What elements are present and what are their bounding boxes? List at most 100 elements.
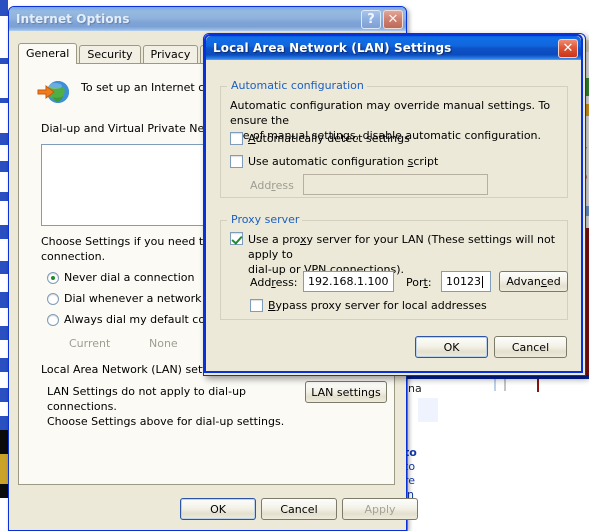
bg-left-chunk	[0, 358, 8, 372]
group-rule	[352, 86, 567, 87]
current-label: Current	[69, 337, 111, 350]
auto-config-address-label: Address	[250, 179, 294, 192]
apply-button: Apply	[342, 498, 418, 520]
bg-left-chunk	[0, 161, 8, 172]
lan-settings-titlebar[interactable]: Local Area Network (LAN) Settings ✕	[206, 36, 581, 60]
proxy-port-input[interactable]: 10123	[441, 271, 491, 292]
checkbox-label: Use automatic configuration script	[248, 155, 438, 169]
internet-globe-icon	[37, 78, 71, 108]
lan-description-line1: LAN Settings do not apply to dial-up con…	[47, 385, 247, 413]
bg-left-chunk	[0, 326, 8, 340]
label-pre: Use automatic configuration	[248, 155, 408, 168]
bg-tick	[504, 379, 506, 391]
accel-key: A	[248, 132, 256, 145]
bg-left-chunk	[0, 239, 8, 261]
label-post: ed	[546, 275, 561, 288]
bg-left-chunk	[0, 402, 8, 416]
bg-left-chunk	[0, 172, 8, 192]
label-post: ess:	[275, 276, 298, 289]
checkbox-label: Bypass proxy server for local addresses	[268, 299, 487, 313]
label-post: ypass proxy server for local addresses	[275, 299, 487, 312]
checkbox-use-auto-config-script[interactable]: Use automatic configuration script	[230, 155, 438, 169]
lan-description-line2: Choose Settings above for dial-up settin…	[47, 415, 285, 428]
bg-left-chunk	[0, 340, 8, 358]
bg-left-chunk	[0, 274, 8, 292]
tab-security[interactable]: Security	[79, 45, 141, 64]
close-icon[interactable]: ✕	[558, 38, 578, 58]
label-post: :	[427, 276, 432, 289]
bg-left-chunk	[0, 145, 8, 161]
lan-description: LAN Settings do not apply to dial-up con…	[47, 384, 297, 429]
cancel-button[interactable]: Cancel	[494, 336, 567, 358]
internet-options-footer: OK Cancel Apply	[9, 487, 418, 528]
proxy-port-value: 10123	[446, 275, 481, 288]
bg-left-chunk	[0, 484, 8, 498]
checkbox-auto-detect-settings[interactable]: Automatically detect settings	[230, 132, 410, 146]
bg-left-chunk	[0, 308, 8, 326]
label-post: ess	[275, 179, 294, 192]
lan-settings-title: Local Area Network (LAN) Settings	[213, 41, 452, 55]
lan-settings-body: Automatic configuration Automatic config…	[206, 60, 581, 371]
lan-settings-dialog[interactable]: Local Area Network (LAN) Settings ✕ Auto…	[203, 33, 586, 376]
ok-button[interactable]: OK	[415, 336, 488, 358]
group-rule	[297, 220, 567, 221]
proxy-port-label: Port:	[406, 276, 432, 289]
radio-indicator	[47, 271, 59, 284]
lan-settings-button[interactable]: LAN settings	[305, 381, 387, 403]
bg-left-chunk	[0, 416, 8, 430]
tab-general[interactable]: General	[18, 43, 78, 64]
bg-left-chunk	[0, 201, 8, 225]
bg-text-fragment: na	[408, 383, 422, 395]
proxy-address-label: Address:	[250, 276, 298, 289]
proxy-address-input[interactable]: 192.168.1.100	[303, 271, 394, 292]
bg-left-chunk	[0, 64, 8, 98]
label-line1-a: Use a pro	[248, 233, 300, 246]
auto-config-address-input	[303, 174, 488, 195]
label-rest: utomatically detect settings	[255, 132, 410, 145]
bg-left-chunk	[0, 430, 8, 454]
bg-left-chunk	[0, 388, 8, 402]
bg-left-chunk	[0, 16, 8, 58]
bg-left-chunk	[0, 225, 8, 239]
bg-left-chunk	[0, 498, 8, 531]
ok-button[interactable]: OK	[180, 498, 256, 520]
label-post: cript	[413, 155, 439, 168]
help-button[interactable]: ?	[361, 9, 381, 29]
checkbox-bypass-proxy-local[interactable]: Bypass proxy server for local addresses	[250, 299, 487, 313]
internet-options-title: Internet Options	[16, 12, 130, 26]
bg-left-chunk	[0, 103, 8, 133]
bg-left-chunk	[0, 0, 8, 16]
bg-tick	[494, 379, 496, 391]
bg-left-chunk	[0, 192, 8, 201]
cancel-button[interactable]: Cancel	[261, 498, 337, 520]
label-pre: Add	[250, 276, 272, 289]
radio-label: Never dial a connection	[64, 271, 195, 284]
bg-tick	[537, 379, 539, 392]
internet-options-titlebar[interactable]: Internet Options ? ✕	[9, 7, 406, 31]
tab-privacy[interactable]: Privacy	[142, 45, 199, 64]
radio-indicator	[47, 292, 59, 305]
text-caret	[482, 275, 483, 288]
screen: natotoreinswaDo Internet Options ? ✕ Gen…	[0, 0, 589, 531]
bg-left-chunk	[0, 454, 8, 484]
bg-small-box	[418, 398, 438, 422]
automatic-configuration-legend: Automatic configuration	[228, 79, 367, 92]
radio-never-dial[interactable]: Never dial a connection	[47, 271, 194, 284]
close-icon[interactable]: ✕	[383, 9, 403, 29]
lan-group-label: Local Area Network (LAN) settings	[41, 363, 230, 376]
checkbox-indicator	[230, 132, 243, 145]
label-pre: Add	[250, 179, 272, 192]
current-value: None	[149, 337, 178, 350]
checkbox-label: Automatically detect settings	[248, 132, 410, 146]
label-pre: Por	[406, 276, 424, 289]
radio-indicator	[47, 313, 59, 326]
auto-config-desc-line1: Automatic configuration may override man…	[230, 99, 551, 127]
checkbox-indicator	[250, 299, 263, 312]
proxy-server-legend: Proxy server	[228, 213, 303, 226]
bg-left-chunk	[0, 133, 8, 145]
label-pre: Advan	[506, 275, 541, 288]
accel-key: B	[268, 299, 276, 312]
advanced-button[interactable]: Advan c ed	[499, 271, 568, 292]
bg-left-chunk	[0, 292, 8, 308]
checkbox-indicator	[230, 232, 243, 245]
